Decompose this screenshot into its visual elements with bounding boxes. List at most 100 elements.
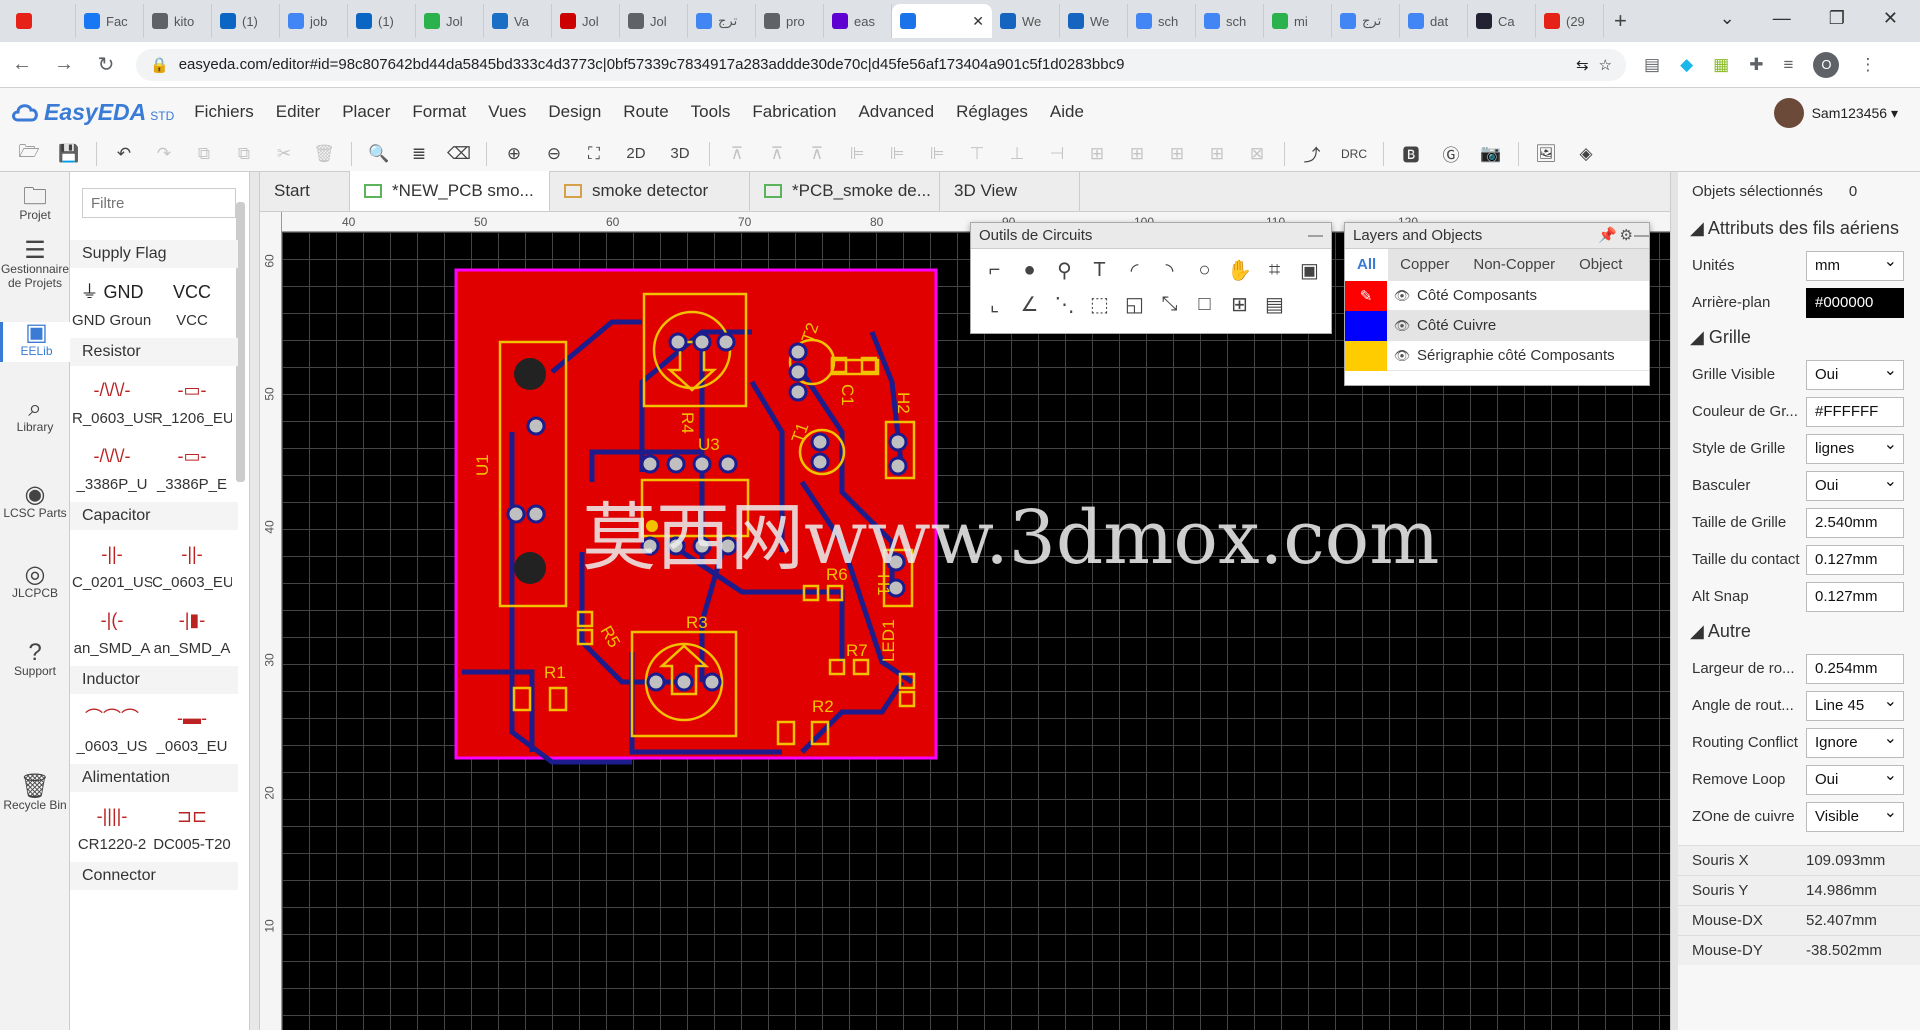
library-category-alimentation[interactable]: Alimentation	[70, 764, 238, 792]
library-part[interactable]: -▭- _3386P_E	[152, 436, 232, 493]
menu-item-placer[interactable]: Placer	[342, 102, 390, 122]
menu-item-advanced[interactable]: Advanced	[858, 102, 934, 122]
library-category-inductor[interactable]: Inductor	[70, 666, 238, 694]
browser-tab[interactable]: job	[280, 4, 348, 38]
layer-row[interactable]: 👁 Sérigraphie côté Composants	[1345, 340, 1649, 371]
menu-item-design[interactable]: Design	[548, 102, 601, 122]
menu-item-tools[interactable]: Tools	[691, 102, 731, 122]
library-filter-input[interactable]	[82, 188, 236, 218]
component-designator[interactable]: R1	[544, 663, 566, 682]
remove-loop-select[interactable]: Oui	[1806, 762, 1904, 795]
through-hole-pad[interactable]	[640, 454, 660, 474]
library-part[interactable]: -||- C_0603_EU	[152, 534, 232, 591]
close-window-icon[interactable]: ✕	[1883, 8, 1898, 29]
through-hole-pad[interactable]	[888, 456, 908, 476]
menu-item-fichiers[interactable]: Fichiers	[194, 102, 254, 122]
browser-tab[interactable]: We	[992, 4, 1060, 38]
browser-tab[interactable]: Va	[484, 4, 552, 38]
distribute-icon[interactable]: ⊞	[1204, 141, 1230, 167]
through-hole-pad[interactable]	[788, 362, 808, 382]
menu-item-format[interactable]: Format	[412, 102, 466, 122]
nav-library[interactable]: ⌕ Library	[0, 397, 70, 438]
view-3d-button[interactable]: 3D	[665, 141, 695, 167]
grid-visible-select[interactable]: Oui	[1806, 357, 1904, 390]
doc-tab[interactable]: *PCB_smoke de...	[750, 171, 940, 211]
eye-icon[interactable]: 👁	[1387, 288, 1417, 304]
browser-tab[interactable]: sch	[1128, 4, 1196, 38]
library-part[interactable]: -|(- an_SMD_A	[72, 600, 152, 657]
browser-tab[interactable]: ترج	[1332, 4, 1400, 38]
nav-gestionnaire-de-projets[interactable]: ☰ Gestionnaire de Projets	[0, 239, 70, 294]
circuit-tool-icon[interactable]: ▣	[1292, 253, 1327, 287]
transistor-pad[interactable]	[514, 552, 546, 584]
circuit-tool-icon[interactable]: □	[1187, 287, 1222, 321]
drc-button[interactable]: DRC	[1339, 141, 1369, 167]
doc-tab[interactable]: Start	[260, 171, 350, 211]
transistor-pad[interactable]	[514, 358, 546, 390]
circuit-tool-icon[interactable]: ⤡	[1152, 287, 1187, 321]
circuit-tool-icon[interactable]: ○	[1187, 253, 1222, 287]
browser-tab[interactable]: Jol	[620, 4, 688, 38]
doc-tab[interactable]: 3D View	[940, 171, 1080, 211]
align-icon[interactable]: ⊼	[724, 141, 750, 167]
delete-icon[interactable]: 🗑	[311, 141, 337, 167]
circuit-tool-icon[interactable]: ✋	[1222, 253, 1257, 287]
layer-color-swatch[interactable]: ✎	[1345, 280, 1387, 311]
menu-item-vues[interactable]: Vues	[488, 102, 526, 122]
align-center-icon[interactable]: ⊫	[884, 141, 910, 167]
browser-tab[interactable]: Jol	[552, 4, 620, 38]
library-part[interactable]: -||||- CR1220-2	[72, 796, 152, 853]
through-hole-pad[interactable]	[718, 536, 738, 556]
extension-icon[interactable]: ◆	[1680, 55, 1693, 75]
layer-tab-non-copper[interactable]: Non-Copper	[1461, 249, 1567, 281]
routing-conflict-select[interactable]: Ignore	[1806, 725, 1904, 758]
through-hole-pad[interactable]	[810, 432, 830, 452]
component-designator[interactable]: C1	[838, 384, 857, 406]
camera-icon[interactable]: 📷	[1478, 141, 1504, 167]
menu-item-fabrication[interactable]: Fabrication	[752, 102, 836, 122]
circuit-tool-icon[interactable]: ⌗	[1257, 253, 1292, 287]
layers-icon[interactable]: ◈	[1573, 141, 1599, 167]
lock-icon[interactable]: 🔒	[150, 56, 169, 74]
component-designator[interactable]: H1	[874, 574, 893, 596]
copy-icon[interactable]: ⧉	[191, 141, 217, 167]
image-icon[interactable]: 🖼	[1533, 141, 1559, 167]
component-designator[interactable]: H2	[894, 392, 913, 414]
align-icon[interactable]: ⊼	[764, 141, 790, 167]
section-other[interactable]: ◢ Autre	[1678, 621, 1920, 642]
units-select[interactable]: mm	[1806, 248, 1904, 281]
nav-jlcpcb[interactable]: ◎ JLCPCB	[0, 563, 70, 604]
library-part[interactable]: ⌒⌒⌒ _0603_US	[72, 698, 152, 755]
layers-header[interactable]: Layers and Objects 📌 ⚙ —	[1345, 223, 1649, 249]
align-icon[interactable]: ⊼	[804, 141, 830, 167]
profile-avatar[interactable]: O	[1813, 51, 1840, 78]
grid-color-input[interactable]: #FFFFFF	[1806, 396, 1904, 427]
browser-tab[interactable]: (29	[1536, 4, 1604, 38]
open-folder-icon[interactable]: 🗁	[16, 141, 42, 167]
minimize-icon[interactable]: —	[1773, 8, 1791, 29]
through-hole-pad[interactable]	[692, 332, 712, 352]
library-part[interactable]: -|▮- an_SMD_A	[152, 600, 232, 657]
align-top-icon[interactable]: ⊤	[964, 141, 990, 167]
browser-tab[interactable]: mi	[1264, 4, 1332, 38]
forward-icon[interactable]: →	[52, 53, 76, 76]
doc-tab[interactable]: smoke detector	[550, 171, 750, 211]
component-designator[interactable]: LED1	[879, 619, 898, 662]
toggle-select[interactable]: Oui	[1806, 468, 1904, 501]
align-left-icon[interactable]: ⊫	[844, 141, 870, 167]
extension-icon[interactable]: ▦	[1713, 55, 1729, 75]
align-right-icon[interactable]: ⊫	[924, 141, 950, 167]
component-designator[interactable]: R4	[678, 412, 697, 434]
background-color-input[interactable]: #000000	[1806, 287, 1904, 318]
minimize-panel-icon[interactable]: —	[1634, 223, 1649, 249]
cut-icon[interactable]: ✂	[271, 141, 297, 167]
layer-row[interactable]: 👁 Côté Cuivre	[1345, 310, 1649, 341]
user-menu[interactable]: Sam123456 ▾	[1773, 98, 1898, 128]
through-hole-pad[interactable]	[788, 382, 808, 402]
alt-snap-input[interactable]: 0.127mm	[1806, 581, 1904, 612]
library-category-capacitor[interactable]: Capacitor	[70, 502, 238, 530]
gerber-icon[interactable]: Ⓖ	[1438, 141, 1464, 167]
component-designator[interactable]: R6	[826, 565, 848, 584]
browser-tab[interactable]: sch	[1196, 4, 1264, 38]
profile-dropdown-icon[interactable]: ⌄	[1720, 8, 1735, 29]
